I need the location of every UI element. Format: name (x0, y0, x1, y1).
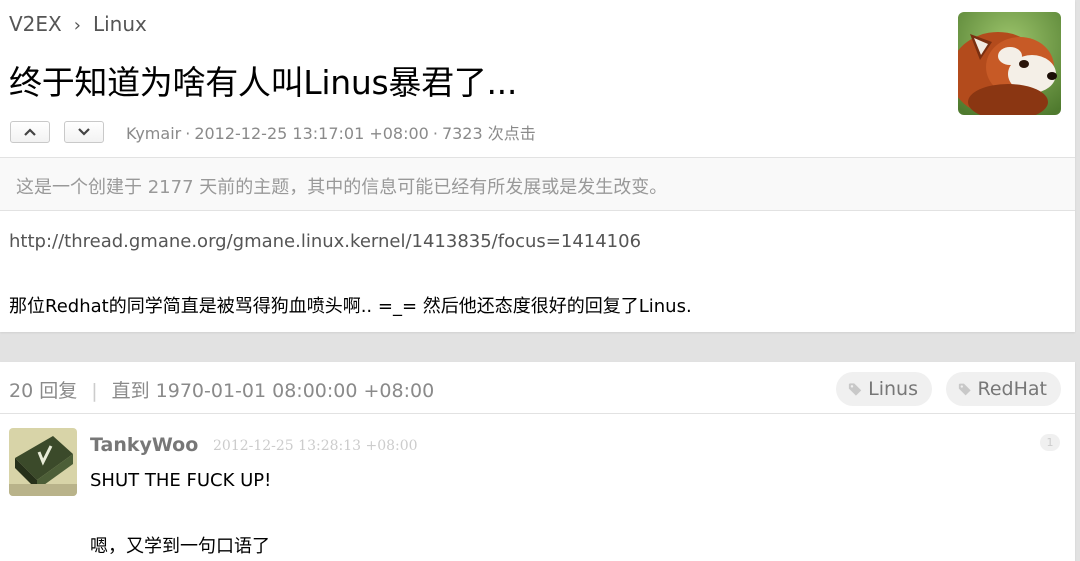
tag-icon (848, 382, 862, 396)
tag-label: RedHat (977, 378, 1047, 400)
vote-down-button[interactable] (64, 121, 104, 143)
reply-floor-badge: 1 (1040, 434, 1060, 451)
reply-avatar[interactable] (9, 428, 77, 496)
outdated-notice-text: 这是一个创建于 2177 天前的主题，其中的信息可能已经有所发展或是发生改变。 (16, 177, 668, 198)
reply-username[interactable]: TankyWoo (90, 434, 198, 456)
created-time: 2012-12-25 13:17:01 +08:00 (194, 124, 429, 143)
tag-redhat[interactable]: RedHat (946, 372, 1061, 406)
reply-stats: 20 回复 | 直到 1970-01-01 08:00:00 +08:00 (9, 376, 434, 403)
author-avatar[interactable] (958, 12, 1061, 115)
reply-stats-separator: | (91, 380, 98, 402)
tag-label: Linus (868, 378, 918, 400)
replies-header: 20 回复 | 直到 1970-01-01 08:00:00 +08:00 Linu… (0, 362, 1075, 414)
reply-text-line: 嗯，又学到一句口语了 (90, 536, 270, 557)
chevron-down-icon (78, 128, 90, 136)
meta-dot: · (432, 124, 438, 143)
reply-text-line: SHUT THE FUCK UP! (90, 470, 272, 491)
topic-content-body: 那位Redhat的同学简直是被骂得狗血喷头啊.. =_= 然后他还态度很好的回复… (9, 296, 692, 317)
red-panda-avatar-image (958, 12, 1061, 115)
tag-icon (958, 383, 971, 395)
topic-box: V2EX › Linux 终于知道为啥有人叫Linus暴君了... Kymair… (0, 0, 1075, 332)
author-link[interactable]: Kymair (126, 124, 181, 143)
replies-box: 20 回复 | 直到 1970-01-01 08:00:00 +08:00 Linu… (0, 362, 1075, 561)
chevron-up-icon (24, 128, 36, 136)
outdated-notice: 这是一个创建于 2177 天前的主题，其中的信息可能已经有所发展或是发生改变。 (0, 157, 1075, 211)
breadcrumb-separator: › (73, 15, 81, 36)
vote-row: Kymair · 2012-12-25 13:17:01 +08:00 · 7323 次… (10, 120, 536, 144)
breadcrumb: V2EX › Linux (9, 12, 147, 36)
keyboard-key-avatar-image (9, 428, 77, 496)
breadcrumb-node-link[interactable]: Linux (93, 12, 147, 36)
topic-content-link[interactable]: http://thread.gmane.org/gmane.linux.kern… (9, 231, 641, 252)
topic-title: 终于知道为啥有人叫Linus暴君了... (9, 63, 518, 102)
click-count: 7323 次点击 (441, 124, 536, 143)
tag-linus[interactable]: Linus (836, 372, 932, 406)
vote-up-button[interactable] (10, 121, 50, 143)
breadcrumb-site-link[interactable]: V2EX (9, 12, 62, 36)
meta-dot: · (185, 124, 191, 143)
last-reply-time: 直到 1970-01-01 08:00:00 +08:00 (111, 380, 435, 402)
reply-time: 2012-12-25 13:28:13 +08:00 (213, 438, 418, 454)
reply-count: 20 回复 (9, 380, 78, 402)
topic-meta: Kymair · 2012-12-25 13:17:01 +08:00 · 7323 次… (126, 120, 536, 144)
